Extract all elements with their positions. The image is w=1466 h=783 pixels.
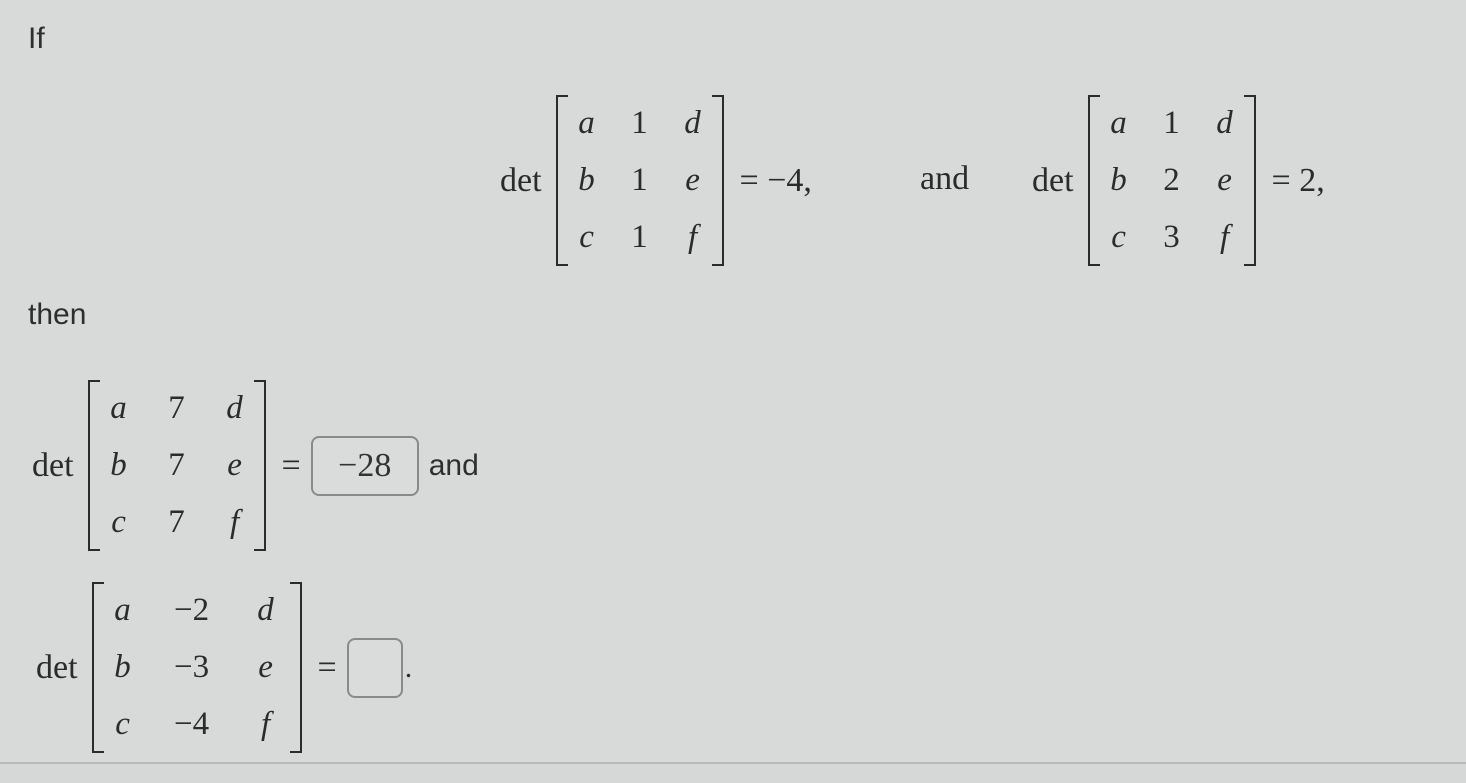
matrix-cell: f bbox=[229, 504, 240, 540]
given-equation-2: det a 1 d b 2 e c 3 f = 2, bbox=[1032, 95, 1335, 266]
answer-input-1[interactable]: −28 bbox=[310, 435, 419, 496]
equals-sign: = bbox=[281, 446, 301, 484]
matrix-cell: 1 bbox=[1163, 105, 1180, 141]
matrix-cell: e bbox=[685, 162, 700, 198]
matrix-cell: 2 bbox=[1163, 162, 1180, 198]
matrix-cell: a bbox=[110, 390, 127, 426]
matrix-cell: a bbox=[1110, 105, 1127, 141]
matrix-cell: b bbox=[110, 447, 127, 483]
det-label: det bbox=[500, 161, 542, 199]
matrix-cell: d bbox=[257, 592, 274, 628]
matrix-cell: 7 bbox=[168, 504, 185, 540]
matrix-cell: e bbox=[227, 447, 242, 483]
matrix-cell: 1 bbox=[631, 219, 648, 255]
matrix-1: a 1 d b 1 e c 1 f bbox=[555, 95, 724, 266]
intro-text: If bbox=[28, 22, 45, 55]
matrix-cell: 1 bbox=[631, 105, 648, 141]
answer-input-2[interactable] bbox=[346, 637, 403, 698]
part-2-equation: det a −2 d b −3 e c −4 f = . bbox=[36, 582, 412, 753]
det-label: det bbox=[32, 446, 74, 484]
matrix-cell: 3 bbox=[1163, 219, 1180, 255]
matrix-cell: c bbox=[115, 706, 130, 742]
matrix-2: a 1 d b 2 e c 3 f bbox=[1087, 95, 1256, 266]
matrix-cell: e bbox=[258, 649, 273, 685]
and-text: and bbox=[428, 448, 479, 482]
matrix-cell: e bbox=[1217, 162, 1232, 198]
equals-value: = −4, bbox=[739, 161, 812, 199]
matrix-cell: b bbox=[1110, 162, 1127, 198]
matrix-cell: c bbox=[111, 504, 126, 540]
matrix-cell: f bbox=[1219, 219, 1230, 255]
det-label: det bbox=[36, 648, 78, 686]
matrix-cell: f bbox=[260, 706, 271, 742]
matrix-cell: 7 bbox=[168, 447, 185, 483]
matrix-cell: d bbox=[226, 390, 243, 426]
then-text: then bbox=[28, 298, 87, 331]
matrix-cell: c bbox=[579, 219, 594, 255]
matrix-cell: b bbox=[114, 649, 131, 685]
matrix-cell: 1 bbox=[631, 162, 648, 198]
question-panel: If det a 1 d b 1 e c 1 f = −4, and det a… bbox=[0, 0, 1466, 764]
and-connector: and bbox=[920, 160, 970, 197]
matrix-cell: −3 bbox=[173, 649, 210, 685]
matrix-cell: 7 bbox=[168, 390, 185, 426]
matrix-part-2: a −2 d b −3 e c −4 f bbox=[91, 582, 302, 753]
matrix-part-1: a 7 d b 7 e c 7 f bbox=[87, 380, 266, 551]
matrix-cell: −4 bbox=[173, 706, 210, 742]
matrix-cell: −2 bbox=[173, 592, 210, 628]
part-1-equation: det a 7 d b 7 e c 7 f = −28 and bbox=[32, 380, 479, 551]
given-equation-1: det a 1 d b 1 e c 1 f = −4, bbox=[500, 95, 822, 266]
equals-value: = 2, bbox=[1271, 161, 1325, 199]
det-label: det bbox=[1032, 161, 1074, 199]
matrix-cell: f bbox=[687, 219, 698, 255]
equals-sign: = bbox=[317, 648, 337, 686]
matrix-cell: a bbox=[578, 105, 595, 141]
matrix-cell: b bbox=[578, 162, 595, 198]
matrix-cell: d bbox=[684, 105, 701, 141]
matrix-cell: d bbox=[1216, 105, 1233, 141]
matrix-cell: a bbox=[114, 592, 131, 628]
matrix-cell: c bbox=[1111, 219, 1126, 255]
period: . bbox=[404, 650, 413, 684]
